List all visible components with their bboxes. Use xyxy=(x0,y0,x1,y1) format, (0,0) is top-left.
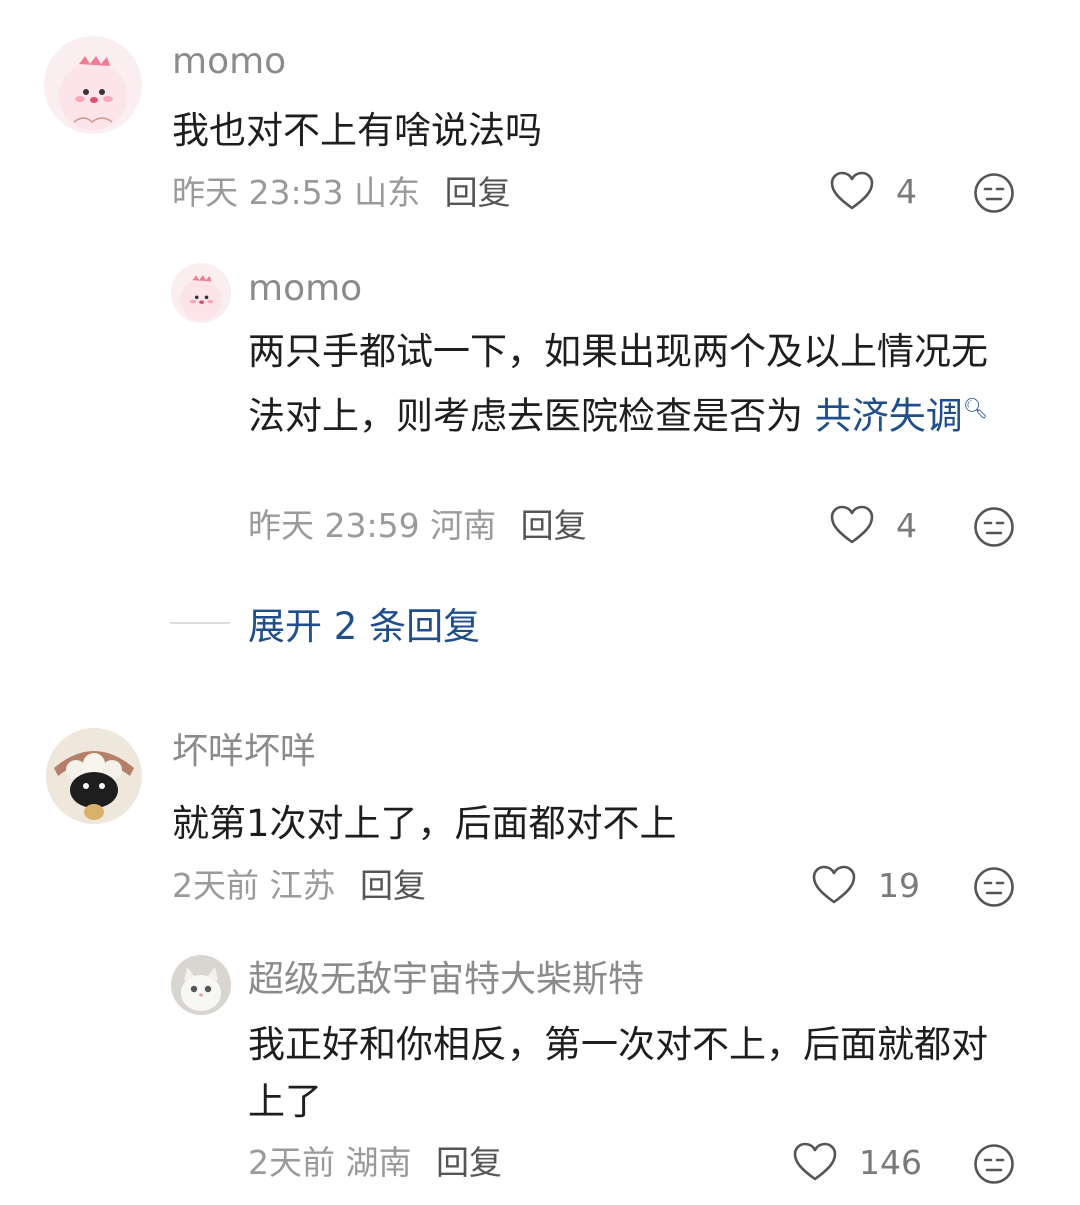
dislike-face-icon[interactable] xyxy=(973,1143,1015,1185)
avatar[interactable] xyxy=(171,955,231,1015)
comment-meta: 昨天 23:53 山东 回复 xyxy=(172,173,511,213)
heart-icon xyxy=(830,171,874,210)
timestamp: 昨天 23:59 xyxy=(248,506,420,545)
white-cat-avatar-icon xyxy=(171,955,231,1015)
reply-button[interactable]: 回复 xyxy=(445,173,511,212)
location: 湖南 xyxy=(345,1143,412,1182)
heart-icon xyxy=(793,1142,837,1181)
location: 江苏 xyxy=(269,866,336,905)
location: 山东 xyxy=(354,173,421,212)
heart-icon xyxy=(830,505,874,544)
like-button[interactable]: 146 xyxy=(793,1142,922,1182)
reply-text: 我正好和你相反，第一次对不上，后面就都对上了 xyxy=(248,1023,988,1123)
reply-button[interactable]: 回复 xyxy=(436,1143,502,1182)
reply-button[interactable]: 回复 xyxy=(360,866,426,905)
reply-item: momo 两只手都试一下，如果出现两个及以上情况无法对上，则考虑去医院检查是否为… xyxy=(0,240,1080,570)
comment-meta: 2天前 湖南 回复 xyxy=(248,1143,502,1183)
search-link[interactable]: 共济失调 xyxy=(815,394,963,437)
comment-item: momo 我也对不上有啥说法吗 昨天 23:53 山东 回复 4 xyxy=(0,0,1080,240)
like-count: 4 xyxy=(896,171,917,211)
expand-replies-button[interactable]: 展开 2 条回复 xyxy=(170,596,480,650)
location: 河南 xyxy=(430,506,497,545)
comment-text: 我也对不上有啥说法吗 xyxy=(172,109,542,152)
like-button[interactable]: 4 xyxy=(830,171,917,211)
reply-item: 超级无敌宇宙特大柴斯特 我正好和你相反，第一次对不上，后面就都对上了 2天前 湖… xyxy=(0,940,1080,1205)
timestamp: 2天前 xyxy=(172,866,259,905)
avatar[interactable] xyxy=(44,36,142,134)
timestamp: 2天前 xyxy=(248,1143,335,1182)
username[interactable]: momo xyxy=(172,40,286,84)
comment-meta: 昨天 23:59 河南 回复 xyxy=(248,506,587,546)
heart-icon xyxy=(812,865,856,904)
pink-dinosaur-avatar-icon xyxy=(171,263,231,323)
avatar[interactable] xyxy=(46,728,142,824)
comment-meta: 2天前 江苏 回复 xyxy=(172,866,426,906)
comment-item: 坏咩坏咩 就第1次对上了，后面都对不上 2天前 江苏 回复 19 xyxy=(0,700,1080,940)
search-icon[interactable]: 🔍︎ xyxy=(963,396,988,420)
pink-dinosaur-avatar-icon xyxy=(44,36,142,134)
sheep-avatar-icon xyxy=(46,728,142,824)
username[interactable]: 坏咩坏咩 xyxy=(172,730,316,774)
like-button[interactable]: 19 xyxy=(812,865,920,905)
dislike-face-icon[interactable] xyxy=(973,172,1015,214)
reply-text: 两只手都试一下，如果出现两个及以上情况无法对上，则考虑去医院检查是否为 共济失调… xyxy=(248,323,1018,444)
timestamp: 昨天 23:53 xyxy=(172,173,344,212)
expand-replies-label: 展开 2 条回复 xyxy=(248,605,481,648)
comment-text: 就第1次对上了，后面都对不上 xyxy=(172,802,677,845)
like-count: 4 xyxy=(896,505,917,545)
divider xyxy=(170,622,230,624)
username[interactable]: momo xyxy=(248,267,362,311)
like-count: 19 xyxy=(878,865,920,905)
dislike-face-icon[interactable] xyxy=(973,506,1015,548)
dislike-face-icon[interactable] xyxy=(973,866,1015,908)
like-button[interactable]: 4 xyxy=(830,505,917,545)
reply-button[interactable]: 回复 xyxy=(521,506,587,545)
avatar[interactable] xyxy=(171,263,231,323)
like-count: 146 xyxy=(859,1142,922,1182)
username[interactable]: 超级无敌宇宙特大柴斯特 xyxy=(248,958,644,1002)
